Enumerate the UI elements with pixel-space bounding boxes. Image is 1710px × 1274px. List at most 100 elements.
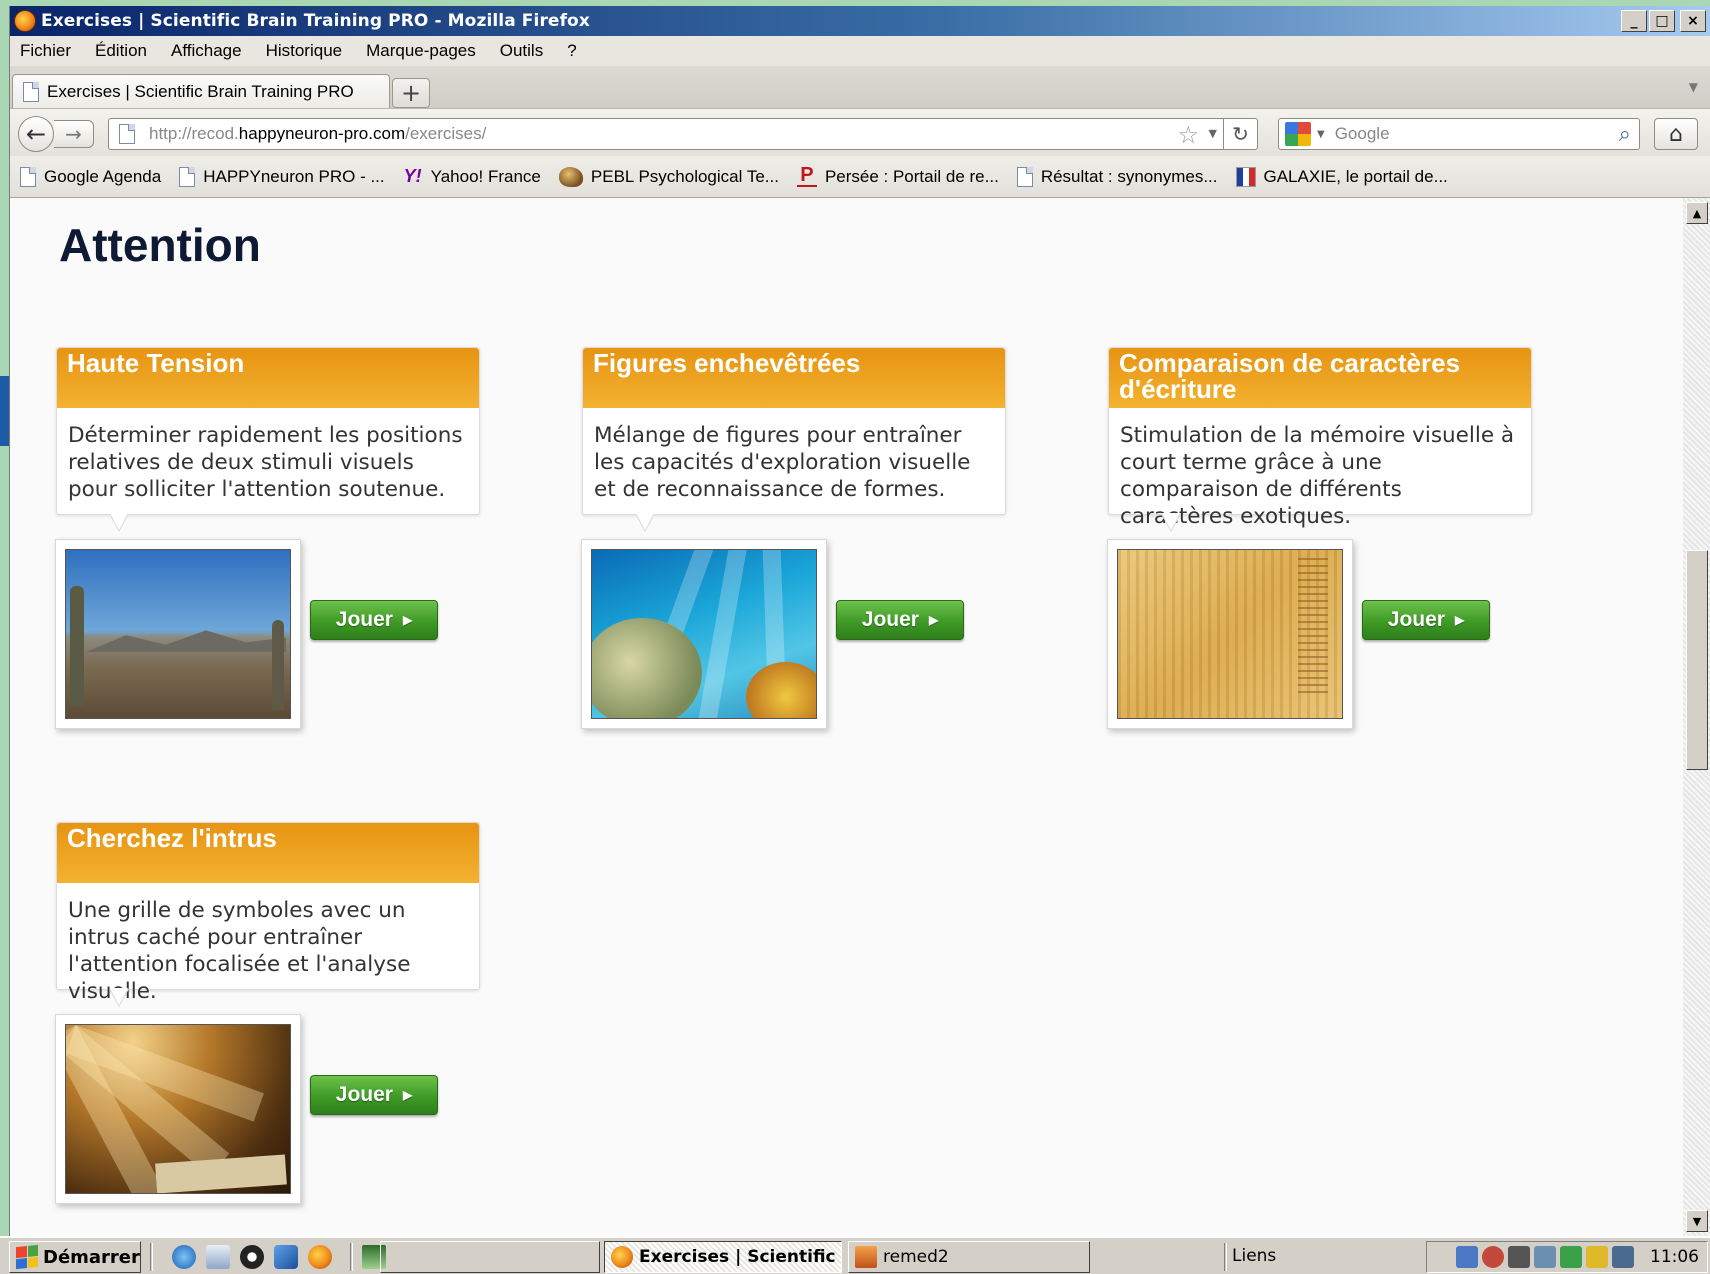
title-bar[interactable]: Exercises | Scientific Brain Training PR…: [10, 6, 1710, 36]
close-button[interactable]: ×: [1680, 10, 1706, 32]
bookmark-pebl[interactable]: PEBL Psychological Te...: [558, 166, 779, 187]
vertical-scrollbar[interactable]: ▲ ▼: [1683, 198, 1710, 1236]
menu-edition[interactable]: Édition: [95, 41, 147, 61]
taskbar-separator: [150, 1243, 153, 1271]
exercise-card-figures: Figures enchevêtrées Mélange de figures …: [581, 347, 1006, 729]
tab-exercises[interactable]: Exercises | Scientific Brain Training PR…: [12, 74, 390, 108]
links-toolbar-label[interactable]: Liens: [1232, 1246, 1276, 1266]
scroll-down-icon[interactable]: ▼: [1686, 1210, 1708, 1232]
bookmark-google-agenda[interactable]: Google Agenda: [20, 166, 161, 187]
url-prefix: http://recod.: [149, 124, 239, 143]
exercise-card-haute-tension: Haute Tension Déterminer rapidement les …: [55, 347, 480, 729]
search-engine-chevron-icon[interactable]: ▼: [1317, 129, 1325, 140]
bookmark-happyneuron[interactable]: HAPPYneuron PRO - ...: [179, 166, 385, 187]
network-icon[interactable]: [1456, 1246, 1478, 1268]
scroll-up-icon[interactable]: ▲: [1686, 202, 1708, 224]
clock[interactable]: 11:06: [1650, 1247, 1699, 1267]
menu-affichage[interactable]: Affichage: [171, 41, 242, 61]
navigation-toolbar: ← → http://recod.happyneuron-pro.com/exe…: [10, 108, 1710, 156]
exercise-info-box: Cherchez l'intrus Une grille de symboles…: [56, 822, 480, 1007]
speech-tail: [109, 988, 129, 1007]
menu-marque-pages[interactable]: Marque-pages: [366, 41, 476, 61]
exercise-thumbnail[interactable]: [581, 539, 827, 729]
tab-label: Exercises | Scientific Brain Training PR…: [47, 81, 354, 101]
menu-help[interactable]: ?: [567, 41, 576, 61]
shield-icon[interactable]: [1586, 1246, 1608, 1268]
galaxie-icon: [1235, 166, 1256, 187]
task-label: remed2: [883, 1247, 949, 1267]
arrow-left-icon: ←: [25, 120, 47, 148]
devices-icon[interactable]: [1534, 1246, 1556, 1268]
bookmark-star-icon[interactable]: ☆: [1177, 121, 1199, 149]
firefox-icon: [14, 10, 36, 32]
media-player-icon[interactable]: [240, 1245, 264, 1269]
url-text[interactable]: http://recod.happyneuron-pro.com/exercis…: [149, 124, 486, 144]
google-icon[interactable]: [1285, 122, 1311, 146]
play-button[interactable]: Jouer ▶: [310, 600, 438, 640]
exercise-description: Mélange de figures pour entraîner les ca…: [594, 423, 971, 502]
arrow-right-icon: →: [65, 122, 82, 146]
new-tab-button[interactable]: +: [392, 78, 430, 108]
taskbar-separator: [1224, 1243, 1227, 1271]
taskbar-task-firefox[interactable]: Exercises | Scientific ...: [604, 1241, 842, 1273]
desert-image: [65, 549, 291, 719]
dark-room-image: [65, 1024, 291, 1194]
presentation-icon: [855, 1246, 877, 1268]
search-input[interactable]: Google: [1335, 124, 1390, 144]
bookmark-label: GALAXIE, le portail de...: [1263, 166, 1448, 186]
persee-icon: P: [796, 164, 817, 187]
page-title: Attention: [59, 219, 261, 271]
play-button[interactable]: Jouer ▶: [310, 1075, 438, 1115]
tab-bar: Exercises | Scientific Brain Training PR…: [10, 66, 1710, 108]
exercise-thumbnail[interactable]: [55, 539, 301, 729]
url-bar[interactable]: http://recod.happyneuron-pro.com/exercis…: [108, 118, 1258, 150]
forward-button[interactable]: →: [54, 120, 94, 148]
play-label: Jouer: [335, 1083, 393, 1106]
taskbar-task-remed2[interactable]: remed2: [848, 1241, 1090, 1273]
menu-historique[interactable]: Historique: [266, 41, 343, 61]
bookmark-yahoo[interactable]: Y! Yahoo! France: [403, 166, 541, 187]
home-button[interactable]: ⌂: [1654, 118, 1698, 150]
app-icon[interactable]: [274, 1245, 298, 1269]
search-icon[interactable]: ⌕: [1619, 122, 1631, 147]
play-button[interactable]: Jouer ▶: [1362, 600, 1490, 640]
ie-icon[interactable]: [172, 1245, 196, 1269]
maximize-button[interactable]: □: [1649, 10, 1675, 32]
bookmark-persee[interactable]: P Persée : Portail de re...: [796, 164, 999, 187]
url-history-chevron-icon[interactable]: ▼: [1209, 127, 1217, 140]
search-bar[interactable]: ▼ Google ⌕: [1278, 118, 1640, 150]
exercise-card-comparaison: Comparaison de caractères d'écriture Sti…: [1107, 347, 1532, 729]
menu-outils[interactable]: Outils: [500, 41, 543, 61]
start-button[interactable]: Démarrer: [9, 1241, 141, 1273]
back-button[interactable]: ←: [18, 116, 54, 152]
reload-icon[interactable]: ↻: [1223, 119, 1257, 149]
system-tray: 11:06: [1426, 1241, 1708, 1273]
display-icon[interactable]: [1508, 1246, 1530, 1268]
minimize-button[interactable]: _: [1621, 10, 1647, 32]
taskbar-blank-slot[interactable]: [380, 1241, 600, 1273]
exercise-description: Stimulation de la mémoire visuelle à cou…: [1120, 423, 1515, 529]
exercise-info-box: Haute Tension Déterminer rapidement les …: [56, 347, 480, 532]
monitor-icon[interactable]: [1612, 1246, 1634, 1268]
security-icon[interactable]: [1482, 1246, 1504, 1268]
bookmark-label: Résultat : synonymes...: [1040, 166, 1218, 186]
menu-fichier[interactable]: Fichier: [20, 41, 71, 61]
url-path: /exercises/: [405, 124, 487, 143]
scroll-thumb[interactable]: [1686, 550, 1708, 770]
exercise-info-box: Comparaison de caractères d'écriture Sti…: [1108, 347, 1532, 532]
firefox-icon: [611, 1246, 633, 1268]
papyrus-image: [1117, 549, 1343, 719]
connection-icon[interactable]: [1560, 1246, 1582, 1268]
firefox-quicklaunch-icon[interactable]: [308, 1245, 332, 1269]
exercise-thumbnail[interactable]: [55, 1014, 301, 1204]
page-content: Attention Haute Tension Déterminer rapid…: [10, 198, 1683, 1236]
exercise-thumbnail[interactable]: [1107, 539, 1353, 729]
play-label: Jouer: [1387, 608, 1445, 631]
bookmark-galaxie[interactable]: GALAXIE, le portail de...: [1235, 166, 1448, 187]
tab-list-chevron-icon[interactable]: ▼: [1689, 80, 1698, 94]
bookmark-synonymes[interactable]: Résultat : synonymes...: [1016, 166, 1218, 187]
play-button[interactable]: Jouer ▶: [836, 600, 964, 640]
play-arrow-icon: ▶: [402, 1088, 413, 1102]
exercise-title: Haute Tension: [57, 348, 479, 408]
desktop-icon[interactable]: [206, 1245, 230, 1269]
